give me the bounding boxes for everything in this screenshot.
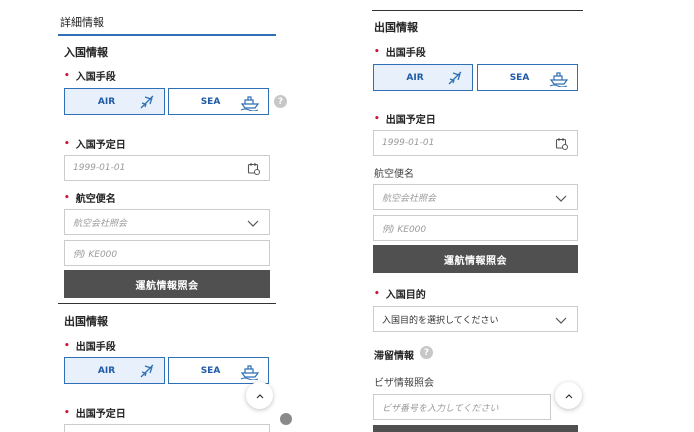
- sea-label: SEA: [200, 96, 221, 107]
- left-panel: 詳細情報 入国情報 • 入国手段 AIR SEA ? • 入国予定日 1999-…: [58, 0, 292, 432]
- visa-label: ビザ情報照会: [374, 378, 434, 389]
- visa-number-input[interactable]: ビザ番号を入力してください: [373, 394, 551, 420]
- exit-means-text: 出国手段: [385, 48, 426, 59]
- exit-sea-option-button[interactable]: SEA: [477, 64, 578, 91]
- purpose-text: 入国目的: [385, 290, 426, 301]
- calendar-icon[interactable]: [555, 137, 568, 150]
- title-underline: [58, 34, 276, 36]
- right-panel: 出国情報 • 出国手段 AIR SEA • 出国予定日 1999-01-01 航…: [372, 0, 584, 432]
- entry-date-input[interactable]: 1999-01-01: [64, 155, 270, 181]
- purpose-select[interactable]: 入国目的を選択してください: [373, 306, 578, 332]
- exit-info-title: 出国情報: [64, 315, 108, 328]
- entry-means-text: 入国手段: [75, 72, 116, 83]
- expand-icon[interactable]: [280, 413, 292, 425]
- air-option-button[interactable]: AIR: [64, 88, 165, 115]
- purpose-value: 入国目的を選択してください: [382, 315, 499, 326]
- calendar-icon[interactable]: [247, 162, 260, 175]
- entry-date-placeholder: 1999-01-01: [73, 163, 126, 173]
- scroll-top-button[interactable]: [555, 382, 582, 409]
- airplane-icon: [448, 71, 462, 85]
- airline-select[interactable]: 航空会社照会: [373, 184, 578, 210]
- top-divider: [372, 10, 583, 11]
- ship-icon: [549, 72, 569, 87]
- visa-lookup-button[interactable]: [373, 425, 578, 432]
- flight-lookup-button[interactable]: 運航情報照会: [373, 245, 578, 273]
- ship-icon: [240, 365, 260, 380]
- exit-date-text: 出国予定日: [385, 115, 436, 126]
- airline-placeholder: 航空会社照会: [73, 218, 128, 229]
- exit-means-text: 出国手段: [75, 342, 116, 353]
- flight-label: • 航空便名: [64, 190, 116, 206]
- flight-label: 航空便名: [374, 169, 414, 180]
- chevron-down-icon: [555, 317, 567, 324]
- airline-select[interactable]: 航空会社照会: [64, 209, 270, 235]
- required-mark: •: [374, 46, 380, 57]
- flight-text: 航空便名: [75, 194, 116, 205]
- air-label: AIR: [97, 96, 116, 107]
- chevron-down-icon: [247, 220, 259, 227]
- airline-placeholder: 航空会社照会: [382, 193, 437, 204]
- airplane-icon: [140, 364, 154, 378]
- entry-means-label: • 入国手段: [64, 68, 116, 84]
- purpose-label: • 入国目的: [374, 286, 426, 302]
- flight-number-placeholder: 例) KE000: [382, 224, 427, 235]
- sea-label: SEA: [200, 365, 221, 376]
- airplane-icon: [140, 95, 154, 109]
- exit-date-input[interactable]: [64, 424, 270, 432]
- flight-lookup-button[interactable]: 運航情報照会: [64, 270, 270, 298]
- chevron-up-icon: [565, 393, 572, 398]
- required-mark: •: [64, 192, 70, 203]
- required-mark: •: [64, 340, 70, 351]
- exit-air-option-button[interactable]: AIR: [64, 357, 165, 384]
- flight-number-placeholder: 例) KE000: [73, 249, 118, 260]
- exit-info-title: 出国情報: [374, 21, 418, 34]
- exit-means-label: • 出国手段: [374, 44, 426, 60]
- chevron-down-icon: [555, 195, 567, 202]
- entry-date-text: 入国予定日: [75, 140, 126, 151]
- help-icon[interactable]: ?: [274, 95, 287, 108]
- required-mark: •: [64, 70, 70, 81]
- sea-label: SEA: [509, 72, 530, 83]
- required-mark: •: [64, 407, 70, 418]
- flight-number-input[interactable]: 例) KE000: [64, 240, 270, 266]
- detail-title: 詳細情報: [60, 16, 104, 29]
- required-mark: •: [374, 288, 380, 299]
- exit-date-label: • 出国予定日: [64, 405, 126, 421]
- scroll-top-button[interactable]: [246, 382, 273, 409]
- exit-date-label: • 出国予定日: [374, 111, 436, 127]
- exit-date-text: 出国予定日: [75, 409, 126, 420]
- entry-info-title: 入国情報: [64, 46, 108, 59]
- required-mark: •: [374, 113, 380, 124]
- chevron-up-icon: [256, 393, 263, 398]
- flight-number-input[interactable]: 例) KE000: [373, 215, 578, 241]
- exit-date-input[interactable]: 1999-01-01: [373, 130, 578, 156]
- exit-means-label: • 出国手段: [64, 338, 116, 354]
- exit-sea-option-button[interactable]: SEA: [168, 357, 269, 384]
- section-divider: [58, 303, 276, 304]
- exit-date-placeholder: 1999-01-01: [382, 138, 435, 148]
- exit-air-option-button[interactable]: AIR: [373, 64, 473, 91]
- stay-info-title: 滞留情報: [374, 351, 414, 362]
- help-icon[interactable]: ?: [420, 346, 433, 359]
- ship-icon: [240, 96, 260, 111]
- air-label: AIR: [97, 365, 116, 376]
- air-label: AIR: [406, 72, 424, 83]
- entry-date-label: • 入国予定日: [64, 136, 126, 152]
- sea-option-button[interactable]: SEA: [168, 88, 269, 115]
- required-mark: •: [64, 138, 70, 149]
- visa-placeholder: ビザ番号を入力してください: [382, 403, 499, 414]
